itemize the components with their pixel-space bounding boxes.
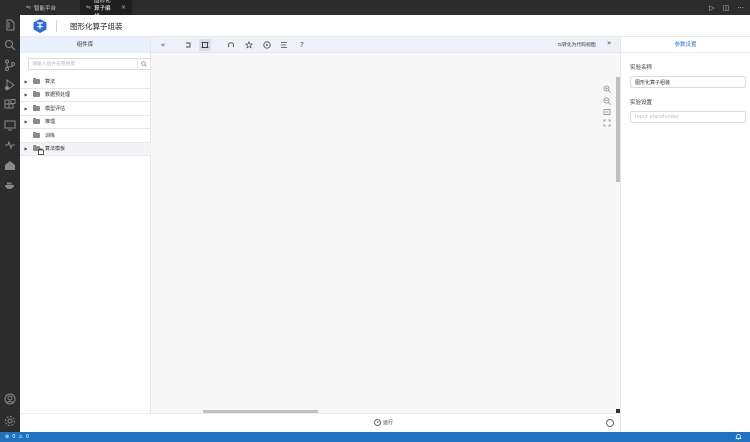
zoom-in-icon[interactable] xyxy=(602,84,611,93)
caret-right-icon[interactable]: ▶ xyxy=(20,146,28,151)
search-icon[interactable] xyxy=(4,39,16,51)
tree-item-label: 训练 xyxy=(45,132,56,139)
properties-panel: 参数设置 实验名称 实验设置 xyxy=(620,37,750,432)
library-search xyxy=(28,58,152,70)
search-icon[interactable] xyxy=(137,59,149,69)
experiment-settings-input[interactable] xyxy=(631,112,745,122)
collapse-left-icon[interactable]: « xyxy=(157,39,169,51)
window-actions: ▷ ◫ ··· xyxy=(709,0,744,15)
zoom-out-icon[interactable] xyxy=(602,96,611,105)
run-icon[interactable]: ▷ xyxy=(709,4,714,12)
tab-platform[interactable]: ⇋ 智能平台 xyxy=(20,0,80,15)
folder-icon xyxy=(33,118,40,125)
tree-item-label: 算法模板 xyxy=(45,146,66,153)
tree-item-label: 推理 xyxy=(45,119,56,126)
fit-screen-icon[interactable] xyxy=(602,107,611,116)
error-icon: ⊗ xyxy=(5,434,10,440)
folder-icon xyxy=(33,77,40,84)
files-icon[interactable] xyxy=(4,19,16,31)
fullscreen-icon[interactable] xyxy=(602,118,611,127)
refresh-icon[interactable] xyxy=(225,39,237,51)
experiment-settings-field[interactable] xyxy=(630,111,746,123)
tree-item-inference[interactable]: ▶ 推理 xyxy=(20,116,151,129)
tree-item-label: 算法 xyxy=(45,78,56,85)
canvas-toolbar: « ? ⇆转化为代码视图 » xyxy=(151,37,620,53)
undo-icon[interactable] xyxy=(182,39,194,51)
bell-icon[interactable] xyxy=(735,433,742,442)
circle-action-icon[interactable] xyxy=(606,419,614,427)
status-bar: ⊗ 0 ⚠ 0 xyxy=(0,432,750,442)
workflow-canvas[interactable] xyxy=(151,53,620,413)
experiment-name-field[interactable] xyxy=(630,76,746,88)
fit-view-icon[interactable] xyxy=(199,39,211,51)
folder-icon xyxy=(33,131,40,138)
run-label: 运行 xyxy=(383,420,394,426)
tab-bar: ⇋ 智能平台 ⇋ 图形化算子编排 × ▷ ◫ ··· xyxy=(0,0,750,20)
convert-to-code-button[interactable]: ⇆转化为代码视图 xyxy=(558,41,596,48)
experiment-name-input[interactable] xyxy=(631,77,745,87)
run-bar: 运行 xyxy=(151,413,620,432)
app-window: ⇋ 智能平台 ⇋ 图形化算子编排 × ▷ ◫ ··· xyxy=(0,0,750,442)
tree-item-label: 数据预处理 xyxy=(45,92,71,99)
flow-icon: ⇋ xyxy=(26,4,32,11)
warning-count: 0 xyxy=(25,434,30,440)
expand-right-icon[interactable]: » xyxy=(607,39,611,47)
tree-item-evaluation[interactable]: ▶ 模型评估 xyxy=(20,102,151,116)
tree-item-training[interactable]: ▶ 训练 xyxy=(20,129,151,143)
page-title: 图形化算子组装 xyxy=(70,22,123,31)
convert-label: 转化为代码视图 xyxy=(562,43,596,48)
activity-bar xyxy=(0,15,20,432)
tab-graph-editor[interactable]: ⇋ 图形化算子编排 × xyxy=(80,0,132,20)
problems-indicator[interactable]: ⊗ 0 ⚠ 0 xyxy=(5,434,29,440)
tab-label: 智能平台 xyxy=(34,5,57,12)
caret-right-icon[interactable]: ▶ xyxy=(20,119,28,124)
layout-icon[interactable] xyxy=(278,39,290,51)
play-icon xyxy=(374,419,381,426)
timeline-icon[interactable] xyxy=(4,139,16,151)
caret-right-icon[interactable]: ▶ xyxy=(20,79,28,84)
experiment-name-label: 实验名称 xyxy=(630,65,653,71)
more-icon[interactable]: ··· xyxy=(737,4,744,12)
run-debug-icon[interactable] xyxy=(4,79,16,91)
run-button[interactable]: 运行 xyxy=(374,419,393,426)
tree-item-preprocessing[interactable]: ▶ 数据预处理 xyxy=(20,89,151,102)
library-footer xyxy=(20,413,151,432)
drag-cursor-icon xyxy=(37,148,45,156)
tree-item-algorithm[interactable]: ▶ 算法 xyxy=(20,75,151,89)
docker-icon[interactable] xyxy=(4,179,16,191)
caret-right-icon[interactable]: ▶ xyxy=(20,92,28,97)
split-editor-icon[interactable]: ◫ xyxy=(723,4,730,12)
error-count: 0 xyxy=(12,434,16,440)
props-title[interactable]: 参数设置 xyxy=(621,37,750,53)
folder-icon xyxy=(33,91,40,98)
caret-right-icon[interactable]: ▶ xyxy=(20,106,28,111)
home-icon[interactable] xyxy=(4,159,16,171)
page-header: 图形化算子组装 xyxy=(20,15,750,37)
logo-icon xyxy=(32,18,48,34)
tree-item-label: 模型评估 xyxy=(45,105,66,112)
close-icon[interactable]: × xyxy=(121,4,126,11)
flow-icon: ⇋ xyxy=(86,4,92,11)
extensions-icon[interactable] xyxy=(4,99,16,111)
header-divider xyxy=(56,20,57,32)
search-input[interactable] xyxy=(29,59,137,69)
component-tree: ▶ 算法 ▶ 数据预处理 ▶ 模型评估 ▶ 推理 ▶ xyxy=(20,75,151,156)
experiment-settings-label: 实验设置 xyxy=(630,100,653,106)
tree-item-templates[interactable]: ▶ 算法模板 xyxy=(20,142,151,156)
gear-icon[interactable] xyxy=(4,415,16,427)
library-title: 组件库 xyxy=(20,37,150,53)
folder-icon xyxy=(33,104,40,111)
star-icon[interactable] xyxy=(243,39,255,51)
component-library-panel: 组件库 ▶ 算法 ▶ 数据预处理 ▶ 模型评估 xyxy=(20,37,152,413)
help-icon[interactable]: ? xyxy=(296,39,308,51)
account-icon[interactable] xyxy=(4,393,16,405)
remote-explorer-icon[interactable] xyxy=(4,119,16,131)
source-control-icon[interactable] xyxy=(4,59,16,71)
play-circle-icon[interactable] xyxy=(261,39,273,51)
warning-icon: ⚠ xyxy=(18,434,23,440)
